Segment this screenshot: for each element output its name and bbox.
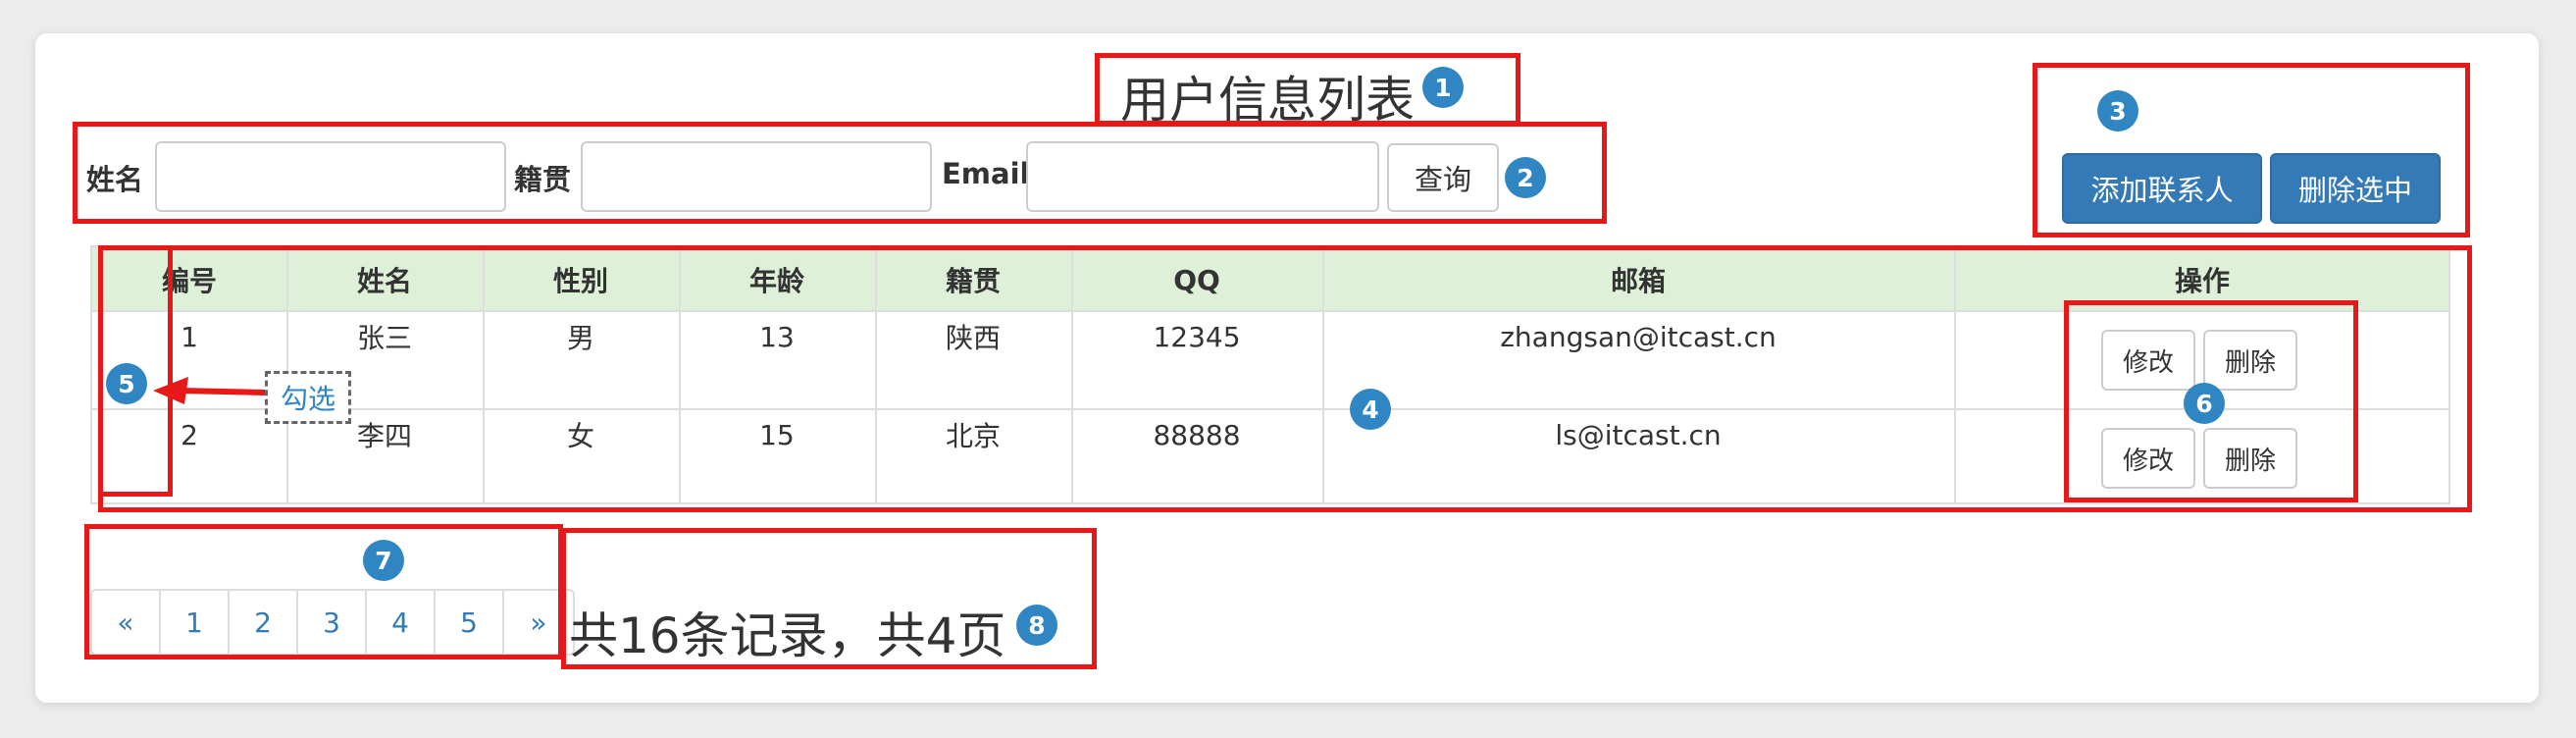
badge-7: 7 <box>363 540 404 581</box>
badge-4: 4 <box>1350 389 1391 430</box>
origin-label: 籍贯 <box>514 163 572 196</box>
email-input[interactable] <box>1026 141 1379 212</box>
callout-arrow-icon <box>153 377 266 404</box>
highlight-box-summary <box>561 528 1097 669</box>
badge-8: 8 <box>1016 605 1057 646</box>
add-contact-button[interactable]: 添加联系人 <box>2062 153 2262 224</box>
highlight-box-pagination <box>84 524 563 659</box>
delete-selected-button[interactable]: 删除选中 <box>2270 153 2441 224</box>
name-input[interactable] <box>155 141 506 212</box>
badge-6: 6 <box>2184 383 2225 424</box>
origin-input[interactable] <box>581 141 932 212</box>
email-label: Email <box>942 157 1030 190</box>
badge-1: 1 <box>1422 67 1464 108</box>
badge-2: 2 <box>1505 157 1546 198</box>
name-label: 姓名 <box>86 163 144 196</box>
checkbox-callout: 勾选 <box>265 371 351 424</box>
badge-5: 5 <box>106 363 147 404</box>
badge-3: 3 <box>2097 90 2138 132</box>
query-button[interactable]: 查询 <box>1387 143 1499 212</box>
